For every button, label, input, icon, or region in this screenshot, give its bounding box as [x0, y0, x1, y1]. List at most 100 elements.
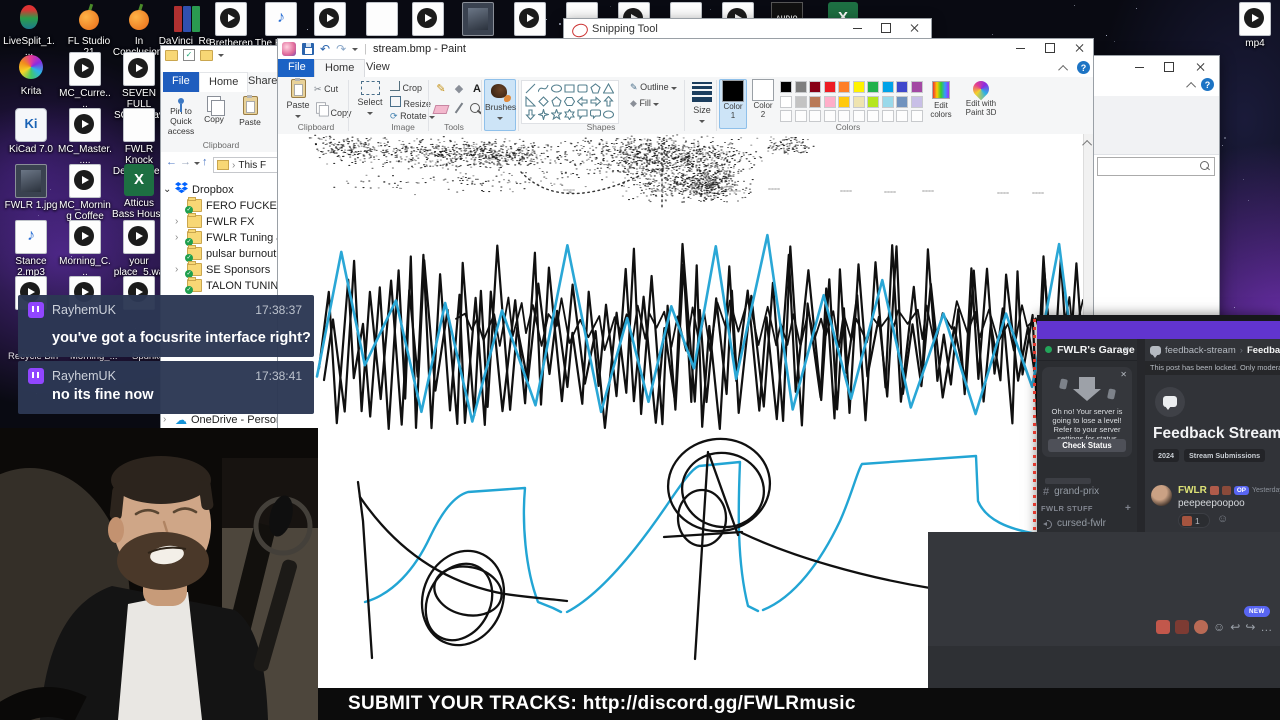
tree-item[interactable]: TALON TUNING: [175, 277, 280, 294]
category-label[interactable]: FWLR STUFF: [1041, 504, 1093, 513]
expand-chevron-icon[interactable]: ⌄: [163, 184, 171, 195]
palette-swatch[interactable]: [780, 110, 792, 122]
fill-bucket-tool[interactable]: ◆: [452, 83, 466, 97]
collapse-ribbon-icon[interactable]: [1058, 64, 1069, 75]
palette-swatch[interactable]: [823, 110, 836, 122]
scroll-up-icon[interactable]: [1082, 139, 1093, 150]
explorer-tab-share[interactable]: Share: [239, 72, 280, 92]
desktop-icon[interactable]: MC_Curre....: [58, 52, 112, 110]
help-icon[interactable]: ?: [1077, 61, 1090, 74]
close-button[interactable]: [901, 19, 929, 37]
palette-swatch[interactable]: [852, 81, 865, 93]
chevron-down-icon[interactable]: [352, 47, 359, 51]
more-options-icon[interactable]: …: [1260, 620, 1272, 634]
collapse-ribbon-icon[interactable]: [1186, 81, 1197, 92]
back-icon[interactable]: ←: [166, 156, 177, 168]
maximize-button[interactable]: [1155, 58, 1183, 76]
palette-swatch[interactable]: [838, 110, 850, 122]
palette-swatch[interactable]: [852, 95, 865, 108]
edit-colors-button[interactable]: Edit colors: [924, 79, 958, 129]
quick-reaction-emoji-icon[interactable]: [1175, 620, 1189, 634]
expand-chevron-icon[interactable]: ›: [175, 216, 183, 227]
tree-item[interactable]: › SE Sponsors: [175, 261, 270, 278]
desktop-icon[interactable]: FL Studio 21: [62, 2, 116, 58]
size-button[interactable]: Size: [689, 79, 715, 125]
shape-option[interactable]: [564, 108, 575, 121]
shape-option[interactable]: [525, 109, 536, 121]
address-bar[interactable]: › This F: [213, 157, 280, 173]
desktop-icon[interactable]: FWLR 1.jpg: [4, 164, 58, 211]
shape-option[interactable]: [564, 83, 575, 94]
tree-item[interactable]: › FWLR FX: [175, 213, 254, 229]
palette-swatch[interactable]: [852, 110, 865, 122]
shape-option[interactable]: [589, 109, 602, 120]
folder-icon[interactable]: [200, 49, 213, 61]
palette-swatch[interactable]: [896, 95, 908, 108]
message-author[interactable]: FWLR: [1178, 485, 1207, 496]
brushes-button[interactable]: Brushes: [484, 79, 516, 131]
reaction-pill[interactable]: 1: [1178, 513, 1210, 528]
crop-button[interactable]: Crop: [390, 81, 422, 93]
pencil-tool[interactable]: ✎: [434, 83, 448, 97]
palette-swatch[interactable]: [809, 81, 821, 93]
add-channel-icon[interactable]: +: [1125, 503, 1131, 514]
tree-item[interactable]: FERO FUCKERS: [175, 197, 280, 214]
reply-icon[interactable]: ↩: [1230, 620, 1240, 634]
shape-option[interactable]: [576, 96, 588, 107]
minimize-button[interactable]: [1006, 39, 1034, 57]
shape-option[interactable]: [603, 95, 614, 107]
palette-swatch[interactable]: [910, 110, 923, 122]
help-icon[interactable]: ?: [1201, 78, 1214, 91]
shape-option[interactable]: [577, 109, 588, 121]
paint-tab-file[interactable]: File: [278, 59, 316, 77]
shape-option[interactable]: [577, 83, 588, 94]
palette-swatch[interactable]: [794, 95, 807, 108]
undo-icon[interactable]: ↶: [320, 43, 330, 55]
palette-swatch[interactable]: [809, 110, 821, 122]
desktop-icon[interactable]: Morning_C...: [58, 220, 112, 278]
shape-option[interactable]: [590, 96, 602, 107]
maximize-button[interactable]: [872, 19, 900, 37]
post-tag[interactable]: Stream Submissions: [1184, 449, 1266, 462]
desktop-icon[interactable]: MC_Master.....: [58, 108, 112, 166]
edit-with-paint3d-button[interactable]: Edit with Paint 3D: [961, 77, 1001, 129]
desktop-icon[interactable]: mp4: [1228, 2, 1280, 49]
maximize-button[interactable]: [1036, 39, 1064, 57]
palette-swatch[interactable]: [838, 81, 850, 93]
shape-option[interactable]: [551, 96, 562, 107]
eraser-tool[interactable]: [432, 101, 450, 115]
close-button[interactable]: [1187, 58, 1215, 76]
check-status-button[interactable]: Check Status: [1048, 439, 1126, 452]
chevron-down-icon[interactable]: [218, 53, 224, 57]
resize-button[interactable]: Resize: [390, 96, 431, 109]
up-icon[interactable]: ↑: [202, 156, 208, 168]
add-reaction-icon[interactable]: ☺: [1217, 513, 1228, 525]
palette-swatch[interactable]: [881, 110, 894, 122]
shape-option[interactable]: [563, 96, 576, 107]
close-icon[interactable]: ✕: [1120, 370, 1127, 379]
cut-button[interactable]: ✂ Cut: [314, 84, 338, 95]
shape-option[interactable]: [525, 83, 536, 94]
add-reaction-icon[interactable]: ☺: [1213, 620, 1225, 634]
copy-button[interactable]: Copy: [314, 100, 352, 118]
palette-swatch[interactable]: [780, 95, 792, 108]
checkbox-icon[interactable]: ✓: [183, 49, 195, 61]
message-avatar[interactable]: [1151, 485, 1172, 506]
color-picker-tool[interactable]: [452, 101, 466, 115]
palette-swatch[interactable]: [910, 81, 923, 93]
thread-breadcrumb[interactable]: feedback-stream › Feedback Stream - N: [1145, 339, 1280, 362]
folder-icon[interactable]: [165, 49, 178, 61]
paste-button[interactable]: Paste: [233, 95, 267, 127]
fill-button[interactable]: ◆ Fill: [630, 98, 660, 109]
tree-item[interactable]: › FWLR Tuning & Diagno: [175, 229, 280, 246]
close-button[interactable]: [1066, 39, 1094, 57]
palette-swatch[interactable]: [896, 81, 908, 93]
tree-item[interactable]: pulsar burnout reel: [175, 245, 280, 262]
palette-swatch[interactable]: [896, 110, 908, 122]
palette-swatch[interactable]: [823, 95, 836, 108]
minimize-button[interactable]: [1125, 58, 1153, 76]
palette-swatch[interactable]: [910, 95, 923, 108]
expand-chevron-icon[interactable]: ›: [175, 264, 183, 275]
tree-item[interactable]: › ☁ OneDrive - Personal: [163, 412, 280, 427]
palette-swatch[interactable]: [838, 95, 850, 108]
